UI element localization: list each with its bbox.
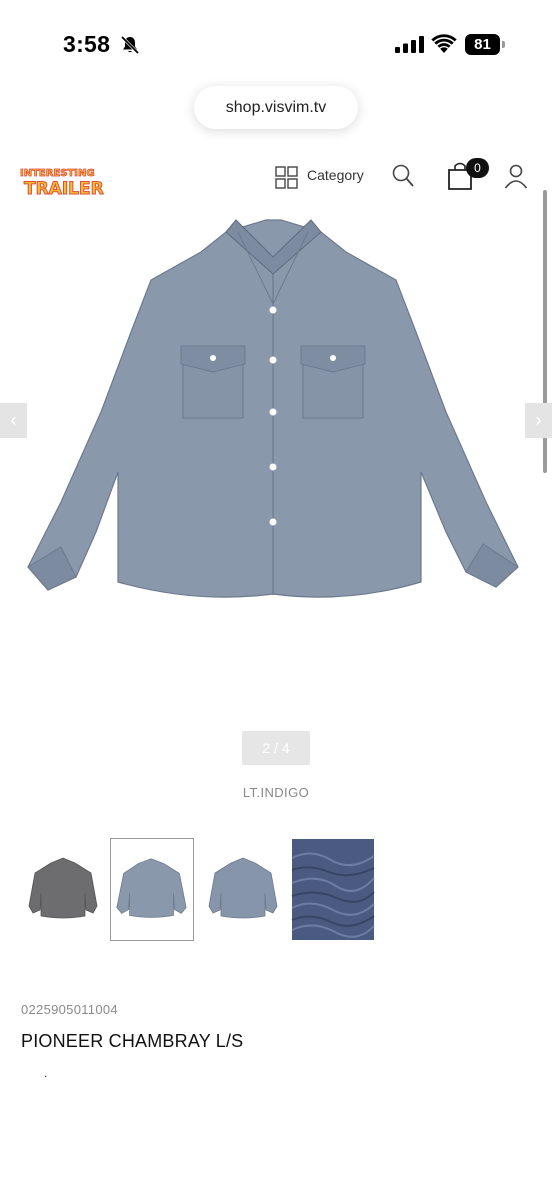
status-bar: 3:58 81 xyxy=(0,0,552,90)
product-main-image[interactable] xyxy=(26,212,520,607)
battery-level: 81 xyxy=(465,34,500,55)
next-image-button[interactable]: › xyxy=(525,403,552,438)
bell-muted-icon xyxy=(120,35,140,55)
battery-icon: 81 xyxy=(465,34,505,55)
wifi-icon xyxy=(431,34,457,53)
svg-text:TRAILER: TRAILER xyxy=(24,179,104,197)
product-description: . xyxy=(44,1066,48,1080)
product-code: 0225905011004 xyxy=(21,1002,118,1017)
address-bar[interactable]: shop.visvim.tv xyxy=(194,86,358,129)
prev-image-button[interactable]: ‹ xyxy=(0,403,27,438)
svg-text:INTERESTING: INTERESTING xyxy=(20,168,95,179)
signal-icon xyxy=(395,36,424,53)
chevron-left-icon: ‹ xyxy=(10,410,17,430)
user-icon[interactable] xyxy=(504,163,528,189)
status-time: 3:58 xyxy=(63,31,111,57)
search-icon[interactable] xyxy=(391,163,415,189)
battery-tip xyxy=(502,41,505,48)
cart-count-badge: 0 xyxy=(466,158,489,178)
category-grid-icon[interactable] xyxy=(275,166,298,189)
thumbnail-3[interactable] xyxy=(201,838,285,941)
product-name: PIONEER CHAMBRAY L/S xyxy=(21,1031,244,1051)
thumbnail-image xyxy=(28,857,98,919)
image-pager: 2 / 4 xyxy=(242,731,310,765)
thumbnail-1[interactable] xyxy=(21,838,105,941)
brand-logo[interactable]: INTERESTING TRAILER xyxy=(18,163,106,197)
thumbnail-image xyxy=(208,857,278,919)
thumbnail-4[interactable] xyxy=(291,838,375,941)
thumbnail-2[interactable] xyxy=(110,838,194,941)
thumbnail-image xyxy=(291,839,375,940)
chevron-right-icon: › xyxy=(535,410,542,430)
thumbnail-image xyxy=(116,858,187,918)
color-name: LT.INDIGO xyxy=(242,785,310,800)
category-label[interactable]: Category xyxy=(307,167,364,183)
